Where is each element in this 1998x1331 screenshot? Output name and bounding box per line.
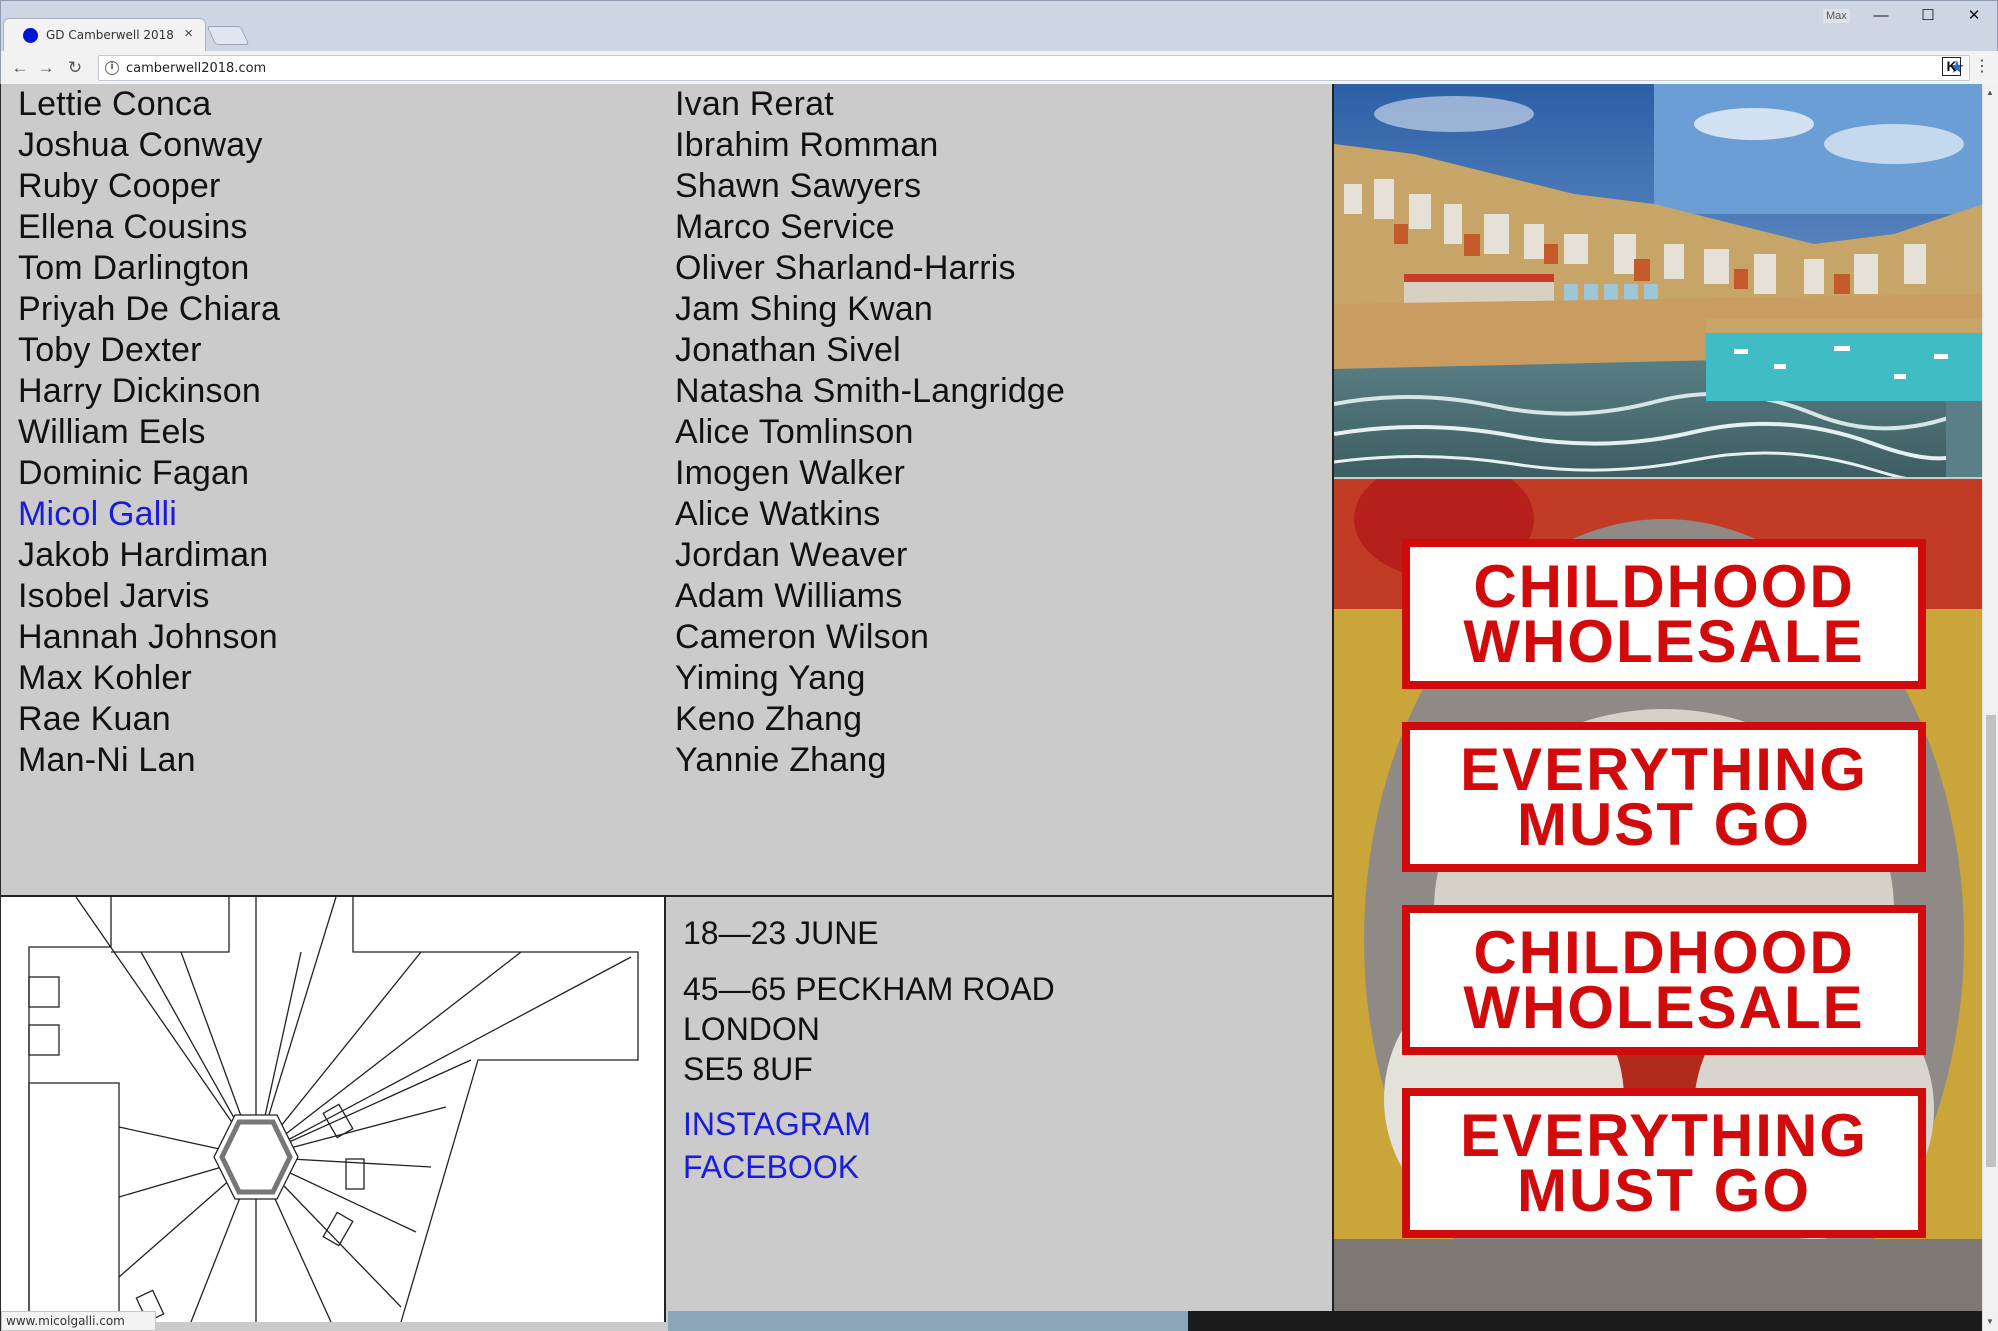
url-text[interactable]: camberwell2018.com <box>126 61 266 76</box>
student-name-link[interactable]: Ruby Cooper <box>18 166 280 207</box>
student-work-images: CHILDHOOD WHOLESALE EVERYTHING MUST GO C… <box>1334 84 1982 1331</box>
next-image-preview <box>668 1311 1982 1331</box>
address-line-1: 45—65 PECKHAM ROAD <box>683 971 1055 1007</box>
floor-plan-drawing <box>28 897 639 1322</box>
sign-text: MUST GO <box>1517 791 1811 858</box>
profile-name[interactable]: Max <box>1823 9 1850 23</box>
maximize-button[interactable]: ☐ <box>1905 3 1951 29</box>
student-name-link[interactable]: Yannie Zhang <box>675 740 1065 781</box>
student-name-link[interactable]: Jordan Weaver <box>675 535 1065 576</box>
names-column-1: Lettie Conca Joshua Conway Ruby Cooper E… <box>18 84 280 781</box>
minimize-button[interactable]: — <box>1858 3 1904 29</box>
student-name-link[interactable]: Joshua Conway <box>18 125 280 166</box>
address-line-2: LONDON <box>683 1011 820 1047</box>
close-window-button[interactable]: ✕ <box>1951 3 1997 29</box>
student-name-link[interactable]: Hannah Johnson <box>18 617 280 658</box>
instagram-link[interactable]: INSTAGRAM <box>683 1103 1055 1146</box>
childhood-wholesale-sign: CHILDHOOD WHOLESALE <box>1402 905 1926 1055</box>
childhood-wholesale-sign: CHILDHOOD WHOLESALE <box>1402 539 1926 689</box>
event-info-panel: 18—23 JUNE 45—65 PECKHAM ROAD LONDON SE5… <box>668 897 1332 1322</box>
student-name-link[interactable]: Shawn Sawyers <box>675 166 1065 207</box>
scrollbar-thumb[interactable] <box>1986 715 1996 1167</box>
student-name-link[interactable]: Cameron Wilson <box>675 617 1065 658</box>
student-name-link[interactable]: Keno Zhang <box>675 699 1065 740</box>
student-name-link[interactable]: Yiming Yang <box>675 658 1065 699</box>
tab-strip: GD Camberwell 2018 × Max — ☐ ✕ <box>1 1 1998 51</box>
student-name-link[interactable]: Natasha Smith-Langridge <box>675 371 1065 412</box>
new-tab-button[interactable] <box>206 26 250 45</box>
student-name-link[interactable]: Oliver Sharland-Harris <box>675 248 1065 289</box>
beach-collage-graphic <box>1334 84 1982 477</box>
names-column-2: Ivan Rerat Ibrahim Romman Shawn Sawyers … <box>675 84 1065 781</box>
seaside-town-collage-image[interactable] <box>1334 84 1982 477</box>
student-name-link[interactable]: Alice Watkins <box>675 494 1065 535</box>
tab-title: GD Camberwell 2018 <box>46 28 174 42</box>
student-name-link[interactable]: Jonathan Sivel <box>675 330 1065 371</box>
next-image-preview-light <box>668 1311 1188 1331</box>
sign-text: WHOLESALE <box>1463 974 1865 1041</box>
scroll-up-arrow-icon[interactable]: ▲ <box>1986 88 1994 97</box>
sign-text: CHILDHOOD <box>1473 919 1855 986</box>
childhood-wholesale-poster-image[interactable]: CHILDHOOD WHOLESALE EVERYTHING MUST GO C… <box>1334 479 1982 1314</box>
student-name-link[interactable]: Isobel Jarvis <box>18 576 280 617</box>
scroll-down-arrow-icon[interactable]: ▼ <box>1986 1317 1994 1326</box>
student-name-link[interactable]: Jakob Hardiman <box>18 535 280 576</box>
facebook-link[interactable]: FACEBOOK <box>683 1146 1055 1189</box>
student-name-link[interactable]: Jam Shing Kwan <box>675 289 1065 330</box>
student-name-link-hovered[interactable]: Micol Galli <box>18 494 280 535</box>
student-name-link[interactable]: Dominic Fagan <box>18 453 280 494</box>
student-name-link[interactable]: Rae Kuan <box>18 699 280 740</box>
forward-arrow-icon[interactable]: → <box>34 57 58 79</box>
student-name-link[interactable]: Alice Tomlinson <box>675 412 1065 453</box>
browser-tab[interactable]: GD Camberwell 2018 × <box>3 18 206 51</box>
site-info-icon[interactable]: i <box>105 61 119 75</box>
student-name-link[interactable]: Max Kohler <box>18 658 280 699</box>
page-scrollbar[interactable]: ▲ ▼ <box>1982 84 1998 1331</box>
address-line-3: SE5 8UF <box>683 1051 813 1087</box>
extension-k-icon[interactable]: K <box>1942 57 1961 76</box>
event-dates: 18—23 JUNE <box>683 915 879 951</box>
site-favicon-icon <box>23 28 38 43</box>
link-status-bubble: www.micolgalli.com <box>1 1311 156 1331</box>
browser-menu-icon[interactable]: ⋮ <box>1974 57 1990 77</box>
everything-must-go-sign: EVERYTHING MUST GO <box>1402 1088 1926 1238</box>
sign-text: WHOLESALE <box>1463 608 1865 675</box>
student-name-link[interactable]: Harry Dickinson <box>18 371 280 412</box>
student-name-link[interactable]: Tom Darlington <box>18 248 280 289</box>
student-name-link[interactable]: Priyah De Chiara <box>18 289 280 330</box>
tab-close-button[interactable]: × <box>184 25 193 42</box>
student-name-link[interactable]: Lettie Conca <box>18 84 280 125</box>
back-arrow-icon[interactable]: ← <box>8 57 32 79</box>
sign-text: MUST GO <box>1517 1157 1811 1224</box>
everything-must-go-sign: EVERYTHING MUST GO <box>1402 722 1926 872</box>
venue-floor-plan-map <box>1 897 666 1322</box>
student-name-link[interactable]: Marco Service <box>675 207 1065 248</box>
sign-text: CHILDHOOD <box>1473 553 1855 620</box>
student-name-link[interactable]: Toby Dexter <box>18 330 280 371</box>
student-name-link[interactable]: Man-Ni Lan <box>18 740 280 781</box>
student-name-link[interactable]: Ibrahim Romman <box>675 125 1065 166</box>
student-names-section: Lettie Conca Joshua Conway Ruby Cooper E… <box>1 84 1332 894</box>
student-name-link[interactable]: Adam Williams <box>675 576 1065 617</box>
page-content: Lettie Conca Joshua Conway Ruby Cooper E… <box>0 84 1982 1331</box>
sign-text: EVERYTHING <box>1460 736 1868 803</box>
student-name-link[interactable]: Ivan Rerat <box>675 84 1065 125</box>
student-name-link[interactable]: William Eels <box>18 412 280 453</box>
reload-icon[interactable]: ↻ <box>63 57 87 79</box>
student-name-link[interactable]: Imogen Walker <box>675 453 1065 494</box>
address-bar[interactable]: i camberwell2018.com ★ <box>98 55 1970 81</box>
browser-toolbar: ← → ↻ i camberwell2018.com ★ K ⋮ <box>1 51 1998 85</box>
sign-text: EVERYTHING <box>1460 1102 1868 1169</box>
student-name-link[interactable]: Ellena Cousins <box>18 207 280 248</box>
browser-window-chrome: GD Camberwell 2018 × Max — ☐ ✕ ← → ↻ i c… <box>0 0 1998 85</box>
